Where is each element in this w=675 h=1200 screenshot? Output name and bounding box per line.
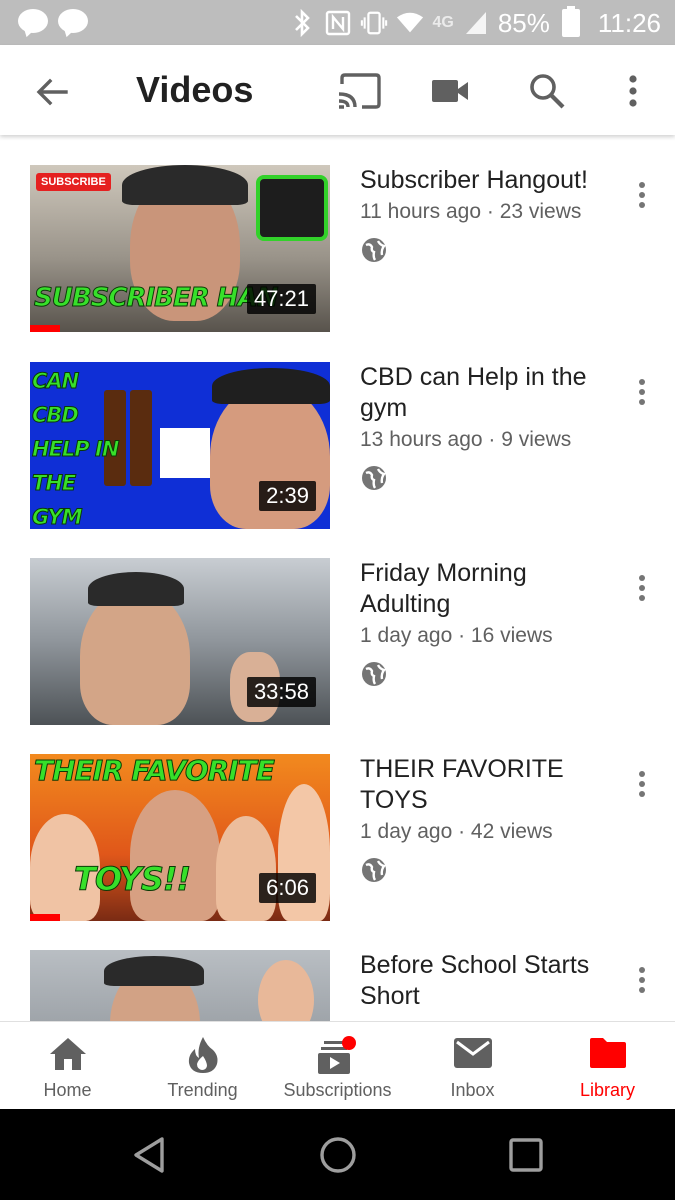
cast-button[interactable]	[336, 68, 382, 114]
home-icon	[49, 1038, 86, 1070]
watch-progress-bar	[30, 325, 60, 332]
overflow-menu-button[interactable]	[610, 68, 656, 114]
video-thumbnail[interactable]: 33:58	[30, 558, 330, 725]
video-more-button[interactable]	[627, 766, 657, 802]
video-title[interactable]: Friday Morning Adulting	[360, 558, 622, 620]
nav-subscriptions[interactable]: Subscriptions	[270, 1022, 405, 1110]
clock: 11:26	[597, 7, 661, 38]
flame-icon	[188, 1037, 217, 1073]
video-thumbnail[interactable]	[30, 950, 330, 1021]
subscribe-badge: SUBSCRIBE	[36, 173, 111, 191]
video-more-button[interactable]	[627, 374, 657, 410]
public-globe-icon	[362, 238, 387, 262]
more-vert-icon	[639, 379, 645, 405]
message-notification-icon	[18, 9, 48, 33]
more-vert-icon	[639, 182, 645, 208]
video-thumbnail[interactable]: THEIR FAVORITE TOYS!! 6:06	[30, 754, 330, 921]
system-recents-icon[interactable]	[506, 1135, 546, 1175]
video-meta: THEIR FAVORITE TOYS 1 day ago · 42 views	[360, 754, 622, 889]
public-globe-icon	[362, 466, 387, 490]
video-camera-icon	[432, 80, 468, 102]
video-thumbnail[interactable]: SUBSCRIBE SUBSCRIBER HAN 47:21	[30, 165, 330, 332]
vibrate-icon	[360, 9, 388, 37]
nav-label: Trending	[167, 1080, 238, 1100]
more-vert-icon	[639, 575, 645, 601]
upload-video-button[interactable]	[427, 68, 473, 114]
battery-icon	[561, 6, 580, 37]
video-subtitle: 1 day ago · 16 views	[360, 624, 553, 647]
network-type: 4G	[432, 14, 454, 31]
thumbnail-caption: SUBSCRIBER HAN	[33, 283, 278, 314]
video-duration: 33:58	[246, 677, 316, 707]
cell-signal-icon	[462, 9, 490, 37]
app-bar: Videos	[0, 45, 675, 135]
nfc-icon	[324, 9, 352, 37]
system-navigation-bar	[0, 1109, 675, 1200]
video-title[interactable]: THEIR FAVORITE TOYS	[360, 754, 622, 816]
arrow-back-icon	[36, 78, 68, 106]
video-thumbnail[interactable]: CAN CBD HELP IN THE GYM 2:39	[30, 362, 330, 529]
more-vert-icon	[639, 967, 645, 993]
status-right: 4G 85% 11:26	[288, 6, 661, 40]
video-item[interactable]: Before School Starts Short	[0, 950, 675, 1021]
video-item[interactable]: SUBSCRIBE SUBSCRIBER HAN 47:21 Subscribe…	[0, 165, 675, 332]
more-vert-icon	[629, 75, 637, 107]
nav-label: Home	[43, 1080, 92, 1100]
video-subtitle: 11 hours ago · 23 views	[360, 200, 582, 223]
thumbnail-caption: CAN CBD HELP IN THE GYM	[32, 369, 120, 530]
cast-icon	[338, 73, 381, 109]
video-item[interactable]: CAN CBD HELP IN THE GYM 2:39 CBD can Hel…	[0, 362, 675, 529]
video-duration: 47:21	[246, 284, 316, 314]
nav-inbox[interactable]: Inbox	[405, 1022, 540, 1110]
search-icon	[530, 74, 565, 109]
video-meta: Subscriber Hangout! 11 hours ago · 23 vi…	[360, 165, 622, 269]
public-globe-icon	[362, 858, 387, 882]
public-globe-icon	[362, 662, 387, 686]
subscriptions-icon	[317, 1036, 356, 1074]
status-bar: 4G 85% 11:26	[0, 0, 675, 45]
video-subtitle: 13 hours ago · 9 views	[360, 428, 572, 451]
video-duration: 6:06	[259, 873, 316, 903]
more-vert-icon	[639, 771, 645, 797]
bottom-navigation: Home Trending Subscriptions Inbox Librar…	[0, 1021, 675, 1109]
message-notification-icon	[58, 9, 88, 33]
bluetooth-icon	[288, 9, 316, 37]
search-button[interactable]	[524, 68, 570, 114]
mail-icon	[453, 1038, 492, 1068]
video-item[interactable]: THEIR FAVORITE TOYS!! 6:06 THEIR FAVORIT…	[0, 754, 675, 921]
nav-label: Library	[579, 1080, 636, 1100]
video-meta: Before School Starts Short	[360, 950, 622, 1012]
video-more-button[interactable]	[627, 177, 657, 213]
thumbnail-caption: TOYS!!	[73, 860, 191, 899]
video-meta: CBD can Help in the gym 13 hours ago · 9…	[360, 362, 622, 497]
video-more-button[interactable]	[627, 962, 657, 998]
thumbnail-caption: THEIR FAVORITE	[34, 754, 276, 788]
notification-icons	[18, 9, 88, 33]
nav-trending[interactable]: Trending	[135, 1022, 270, 1110]
video-duration: 2:39	[259, 481, 316, 511]
video-item[interactable]: 33:58 Friday Morning Adulting 1 day ago …	[0, 558, 675, 725]
video-title[interactable]: CBD can Help in the gym	[360, 362, 622, 424]
video-more-button[interactable]	[627, 570, 657, 606]
video-title[interactable]: Subscriber Hangout!	[360, 165, 622, 196]
watch-progress-bar	[30, 914, 60, 921]
notification-dot	[341, 1036, 356, 1050]
battery-percent: 85%	[497, 7, 550, 38]
page-title: Videos	[136, 69, 254, 110]
nav-label: Subscriptions	[283, 1080, 392, 1100]
system-home-icon[interactable]	[318, 1135, 358, 1175]
nav-label: Inbox	[450, 1080, 495, 1100]
nav-home[interactable]: Home	[0, 1022, 135, 1110]
video-meta: Friday Morning Adulting 1 day ago · 16 v…	[360, 558, 622, 693]
back-button[interactable]	[30, 70, 74, 114]
system-back-icon[interactable]	[130, 1135, 170, 1175]
video-subtitle: 1 day ago · 42 views	[360, 820, 553, 843]
nav-library[interactable]: Library	[540, 1022, 675, 1110]
video-title[interactable]: Before School Starts Short	[360, 950, 622, 1012]
video-list: SUBSCRIBE SUBSCRIBER HAN 47:21 Subscribe…	[0, 135, 675, 1021]
folder-icon	[589, 1038, 626, 1068]
wifi-icon	[396, 9, 424, 37]
